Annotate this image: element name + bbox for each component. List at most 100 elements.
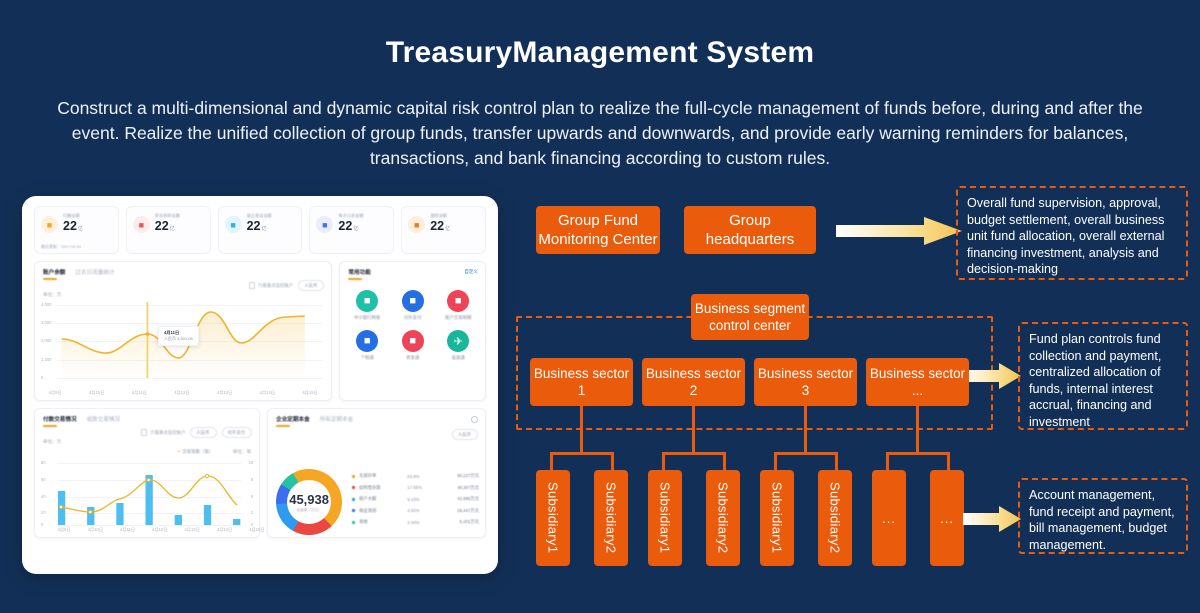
donut-legend: 东部存单 63.8% 90,227万元 结构性存款 17.55% 48,307万…	[342, 473, 485, 531]
kpi-card[interactable]: ■ 资金划转金额 22亿	[125, 206, 211, 254]
connector-group-1-stem	[580, 430, 583, 452]
subsidiary-label: Subsidiary2	[603, 482, 619, 554]
kpi-card[interactable]: ■ 归集金额 22亿 最近更新：2017.04.20	[34, 206, 119, 254]
kpi-label: 资金划转金额	[154, 213, 180, 218]
tooltip-body: 人民币 3,501.06	[164, 336, 193, 341]
box-subsidiary-more-2[interactable]: ...	[930, 470, 964, 566]
legend-color-swatch	[352, 474, 356, 478]
connector-group-1-bar	[550, 452, 614, 455]
legend-name: 结构性存款	[359, 484, 381, 490]
currency-select[interactable]: 人民币	[451, 429, 478, 440]
payment-bar-chart	[57, 473, 241, 525]
arrow-right-large	[836, 217, 962, 245]
function-item[interactable]: ■ 资金通	[390, 330, 436, 361]
connector-sub-4a	[886, 452, 889, 470]
legend-percent: 17.55%	[407, 485, 422, 491]
dashboard-screenshot: ■ 归集金额 22亿 最近更新：2017.04.20 ■ 资金划转金额 22亿 …	[22, 196, 498, 574]
kpi-label: 银企直连金额	[246, 213, 272, 218]
box-subsidiary-more-1[interactable]: ...	[872, 470, 906, 566]
function-label: 中小银行转账	[353, 315, 381, 320]
function-label: 资金通	[406, 355, 420, 360]
box-icon: ■	[224, 216, 242, 233]
kpi-card[interactable]: ■ 电子公务金额 22亿	[309, 206, 395, 254]
box-subsidiary-1-1[interactable]: Subsidiary1	[536, 470, 570, 566]
donut-center-label: 总金额（万元）	[296, 507, 322, 512]
legend-name: 东部存单	[359, 473, 377, 479]
bag-icon: ■	[132, 216, 150, 233]
subsidiary-label: ...	[882, 510, 896, 526]
subsidiary-label: Subsidiary1	[769, 482, 785, 554]
box-business-sector-1[interactable]: Business sector 1	[530, 358, 633, 406]
legend-color-swatch	[352, 520, 356, 524]
function-label: 个税通	[360, 355, 374, 360]
connector-sub-3b	[835, 452, 838, 470]
function-item[interactable]: ■ 账户交易明细	[435, 290, 481, 321]
legend-amount: 29,447万元	[457, 507, 479, 513]
subsidiary-label: Subsidiary2	[827, 482, 843, 554]
tab-all-deposit[interactable]: 所有定期本金	[320, 415, 354, 427]
account-detail-icon: ■	[447, 290, 470, 312]
box-business-sector-2[interactable]: Business sector 2	[642, 358, 745, 406]
connector-sub-2b	[723, 452, 726, 470]
tab-enterprise-deposit[interactable]: 企业定期本金	[276, 415, 310, 427]
box-business-segment-control-center[interactable]: Business segment control center	[691, 294, 809, 340]
customize-link[interactable]: 自定义	[464, 269, 478, 275]
kpi-subtext: 最近更新：2017.04.20	[41, 244, 82, 249]
box-group-headquarters[interactable]: Group headquarters	[684, 206, 816, 254]
box-subsidiary-3-2[interactable]: Subsidiary2	[818, 470, 852, 566]
kpi-unit: 亿	[353, 226, 359, 232]
legend-color-swatch	[352, 486, 356, 490]
connector-sub-4b	[947, 452, 950, 470]
kpi-unit: 亿	[169, 226, 175, 232]
function-item[interactable]: ■ 中小银行转账	[344, 290, 390, 321]
connector-group-4-bar	[886, 452, 950, 455]
fund-icon: ■	[401, 330, 424, 352]
subsidiary-label: Subsidiary1	[657, 482, 673, 554]
function-item[interactable]: ■ 对外支付	[390, 290, 436, 321]
box-subsidiary-2-2[interactable]: Subsidiary2	[706, 470, 740, 566]
piggy-icon: ■	[408, 216, 426, 233]
box-subsidiary-2-1[interactable]: Subsidiary1	[648, 470, 682, 566]
kpi-value: 22	[338, 219, 353, 233]
arrow-right-medium	[963, 363, 1021, 389]
box-business-sector-more[interactable]: Business sector ...	[866, 358, 969, 406]
panel-title-common-functions: 常用功能	[348, 268, 371, 280]
bar-chart-x-axis: 4月9日 4月10日 4月11日 4月12日 4月13日 4月14日 4月15日	[57, 527, 265, 532]
legend-row: 结构性存款 17.55% 48,307万元	[352, 485, 479, 491]
payment-transaction-panel: 付款交易情况 收款交易情况 只看重点监控账户 人民币 对外支付 单位：万 单位：…	[34, 408, 265, 538]
travel-icon: ✈	[447, 330, 470, 352]
legend-amount: 42,686万元	[457, 496, 479, 502]
donut-center-value: 45,938	[289, 491, 329, 507]
box-subsidiary-1-2[interactable]: Subsidiary2	[594, 470, 628, 566]
legend-amount: 5,201万元	[459, 519, 479, 525]
bank-transfer-icon: ■	[356, 290, 379, 312]
box-subsidiary-3-1[interactable]: Subsidiary1	[760, 470, 794, 566]
legend-name: 程户大额	[359, 496, 377, 502]
function-item[interactable]: ■ 个税通	[344, 330, 390, 361]
box-business-sector-3[interactable]: Business sector 3	[754, 358, 857, 406]
connector-group-2-bar	[662, 452, 726, 455]
connector-sub-3a	[774, 452, 777, 470]
function-label: 账户交易明细	[445, 315, 472, 320]
kpi-value: 22	[430, 219, 445, 233]
connector-sector-1-down	[580, 406, 583, 430]
kpi-value: 22	[63, 219, 77, 233]
subsidiary-label: ...	[940, 510, 954, 526]
line-chart-x-axis: 4月9日 4月10日 4月11日 4月12日 4月13日 4月14日 4月15日	[48, 390, 318, 395]
note-fund-plan-controls: Fund plan controls fund collection and p…	[1018, 322, 1188, 430]
kpi-label: 归集金额	[63, 213, 80, 218]
refresh-icon[interactable]	[471, 416, 478, 423]
legend-color-swatch	[352, 497, 356, 501]
box-group-fund-monitoring-center[interactable]: Group Fund Monitoring Center	[536, 206, 660, 254]
page-title: TreasuryManagement System	[385, 36, 815, 69]
subsidiary-label: Subsidiary1	[545, 482, 561, 554]
note-overall-fund-supervision: Overall fund supervision, approval, budg…	[956, 186, 1188, 280]
connector-sub-1b	[611, 452, 614, 470]
page-root: TreasuryManagement System Construct a mu…	[0, 0, 1200, 613]
account-balance-panel: 账户余额 过去日流量统计 只看重点监控账户 人民币 单位：万 4,000 3,0…	[34, 261, 333, 401]
kpi-card[interactable]: ■ 理财金额 22亿	[401, 206, 486, 254]
function-item[interactable]: ✈ 差旅通	[435, 330, 481, 361]
note-account-management: Account management, fund receipt and pay…	[1018, 478, 1188, 554]
legend-row: 商业资团 4.52% 29,447万元	[352, 508, 479, 514]
kpi-card[interactable]: ■ 银企直连金额 22亿	[217, 206, 303, 254]
